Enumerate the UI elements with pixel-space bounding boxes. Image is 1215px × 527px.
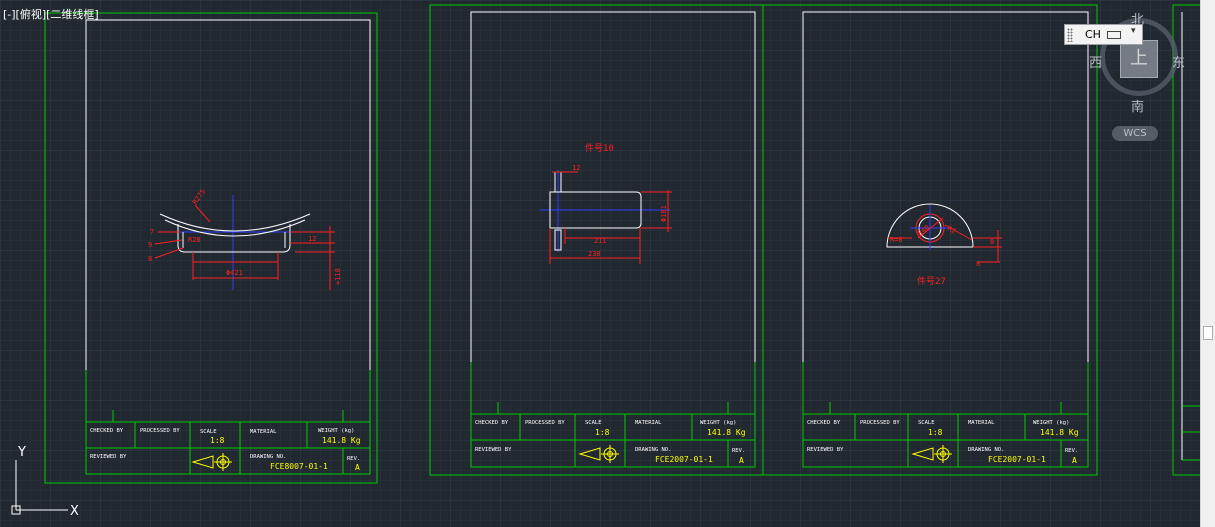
ime-language[interactable]: CH	[1085, 28, 1101, 41]
s3-rev-value: A	[1072, 456, 1077, 465]
dim-8b-s3: 8	[976, 260, 980, 268]
viewport-controls-label[interactable]: [-][俯视][二维线框]	[3, 6, 99, 22]
s1-material-label: MATERIAL	[250, 429, 277, 435]
s2-scale-value: 1:8	[595, 428, 610, 437]
s3-drawing-no: FCE2007-01-1	[988, 455, 1046, 464]
part-27-drawing	[886, 203, 1002, 263]
ucs-y-label: Y	[17, 445, 26, 460]
ime-grip-icon[interactable]	[1067, 28, 1073, 42]
compass-south[interactable]: 南	[1131, 96, 1144, 115]
s2-checked-by: CHECKED BY	[475, 420, 509, 426]
s3-scale-label: SCALE	[918, 420, 935, 426]
sheet-1[interactable]	[44, 12, 378, 484]
keyboard-icon[interactable]	[1107, 31, 1121, 39]
s2-processed-by: PROCESSED BY	[525, 420, 565, 426]
dim-12-s2: 12	[572, 164, 580, 172]
dim-238: 238	[588, 250, 601, 258]
s2-drawing-no-label: DRAWING NO.	[635, 447, 671, 453]
compass-west[interactable]: 西	[1089, 52, 1102, 71]
dim-r275: R275	[191, 188, 207, 206]
s2-weight-label: WEIGHT (kg)	[700, 420, 736, 426]
s2-material-label: MATERIAL	[635, 420, 662, 426]
sheet-2-border	[470, 11, 756, 468]
ime-menu-icon[interactable]: ▾	[1131, 26, 1136, 36]
s1-scale-label: SCALE	[200, 429, 217, 435]
drawing-viewport[interactable]: CHECKED BY PROCESSED BY SCALE MATERIAL W…	[0, 0, 1200, 527]
ime-toolbar[interactable]: CH ▾	[1064, 24, 1143, 45]
dim-9: 9	[148, 241, 152, 249]
s1-weight-label: WEIGHT (kg)	[318, 428, 354, 434]
dim-8-s3: 8	[990, 238, 994, 246]
dim-8: 8	[148, 255, 152, 263]
projection-symbol-3	[911, 445, 952, 463]
scrollbar-thumb[interactable]	[1203, 326, 1213, 340]
s3-processed-by: PROCESSED BY	[860, 420, 900, 426]
s1-checked-by: CHECKED BY	[90, 428, 124, 434]
dim-r40: R40	[916, 223, 931, 237]
s2-rev-label: REV.	[732, 448, 745, 454]
dim-12-s1: 12	[308, 235, 316, 243]
dim-r8: R=8	[890, 236, 903, 244]
part-10-drawing	[540, 170, 672, 264]
drawing-canvas[interactable]: CHECKED BY PROCESSED BY SCALE MATERIAL W…	[0, 0, 1200, 527]
s3-scale-value: 1:8	[928, 428, 943, 437]
vertical-scrollbar[interactable]	[1200, 0, 1215, 527]
part-label-27: 件号27	[917, 275, 946, 287]
part-label-10: 件号10	[585, 142, 614, 154]
s1-drawing-no: FCE8007-01-1	[270, 462, 328, 471]
s3-reviewed-by: REVIEWED BY	[807, 447, 844, 453]
ucs-icon: Y X	[11, 445, 79, 519]
s3-weight-value: 141.8 Kg	[1040, 428, 1079, 437]
ucs-x-label: X	[70, 504, 79, 519]
sheet-2[interactable]	[429, 4, 1098, 476]
s1-processed-by: PROCESSED BY	[140, 428, 180, 434]
dim-phi421: Φ421	[226, 269, 243, 277]
s3-drawing-no-label: DRAWING NO.	[968, 447, 1004, 453]
dim-r28: R28	[188, 236, 201, 244]
projection-symbol-1	[191, 453, 232, 471]
sheet-1-frame	[44, 12, 378, 484]
s3-weight-label: WEIGHT (kg)	[1033, 420, 1069, 426]
s2-scale-label: SCALE	[585, 420, 602, 426]
s1-rev-label: REV.	[347, 456, 360, 462]
dim-phi101: Φ101	[660, 205, 668, 222]
sheet-3[interactable]	[802, 11, 1089, 468]
sheet-3-border	[802, 11, 1089, 468]
s2-drawing-no: FCE2007-01-1	[655, 455, 713, 464]
s2-reviewed-by: REVIEWED BY	[475, 447, 512, 453]
compass-east[interactable]: 东	[1172, 52, 1185, 71]
dim-7: 7	[150, 228, 154, 236]
s3-material-label: MATERIAL	[968, 420, 995, 426]
projection-symbol-2	[578, 445, 619, 463]
s1-scale-value: 1:8	[210, 436, 225, 445]
sheet-1-border	[85, 19, 371, 475]
view-cube-top-face[interactable]: 上	[1120, 40, 1158, 78]
dim-118: ≈118	[334, 268, 342, 285]
s2-rev-value: A	[739, 456, 744, 465]
s1-weight-value: 141.8 Kg	[322, 436, 361, 445]
s3-checked-by: CHECKED BY	[807, 420, 841, 426]
s3-rev-label: REV.	[1065, 448, 1078, 454]
s1-drawing-no-label: DRAWING NO.	[250, 454, 286, 460]
dim-211: 211	[594, 237, 607, 245]
s2-weight-value: 141.8 Kg	[707, 428, 746, 437]
wcs-menu[interactable]: WCS	[1112, 126, 1158, 141]
s1-rev-value: A	[355, 463, 360, 472]
